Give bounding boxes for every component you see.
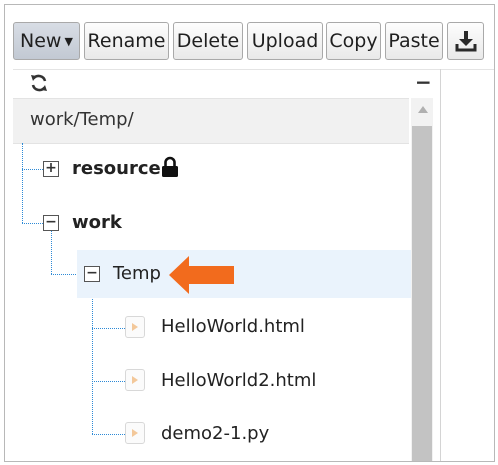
tree-file-helloworld2[interactable]: HelloWorld2.html [161,370,316,391]
new-button[interactable]: New ▼ [13,22,80,60]
expand-toggle-resource[interactable]: + [43,161,59,177]
panel-divider [440,69,441,461]
tree-node-work[interactable]: work [72,212,122,233]
rename-button[interactable]: Rename [84,22,169,60]
file-browser-window: New▼ Rename Delete Upload Copy Paste − [4,4,495,462]
tree-connector [92,328,125,329]
tree-connector [22,143,23,223]
tree-connector [51,231,52,274]
download-button[interactable] [447,22,484,60]
file-icon [125,422,145,444]
new-button-label: New [20,30,62,52]
tree-connector [92,381,125,382]
collapse-toggle-work[interactable]: − [43,215,59,231]
copy-button[interactable]: Copy [326,22,381,60]
collapse-panel-button[interactable]: − [415,70,432,94]
orange-arrow-icon [169,256,234,294]
scroll-up-icon[interactable] [418,106,428,113]
tree-connector [92,434,125,435]
upload-button[interactable]: Upload [247,22,323,60]
collapse-toggle-temp[interactable]: − [84,266,100,282]
download-icon [455,31,477,52]
file-icon [125,369,145,391]
lock-icon [162,156,178,177]
delete-button[interactable]: Delete [173,22,243,60]
tree-connector [92,282,93,434]
breadcrumb: work/Temp/ [13,98,409,144]
paste-button[interactable]: Paste [385,22,443,60]
tree-file-helloworld[interactable]: HelloWorld.html [161,316,305,337]
scrollbar-thumb[interactable] [412,126,432,461]
file-tree-panel: − work/Temp/ + resource − work − Temp He… [13,70,438,461]
tree-connector [22,223,43,224]
file-icon [125,316,145,338]
tree-node-temp[interactable]: Temp [113,263,161,284]
caret-down-icon: ▼ [64,34,73,48]
tree-node-resource[interactable]: resource [72,158,161,179]
tree-connector [22,169,43,170]
current-path: work/Temp/ [30,109,134,130]
tree-file-demo2-1[interactable]: demo2-1.py [161,423,269,444]
